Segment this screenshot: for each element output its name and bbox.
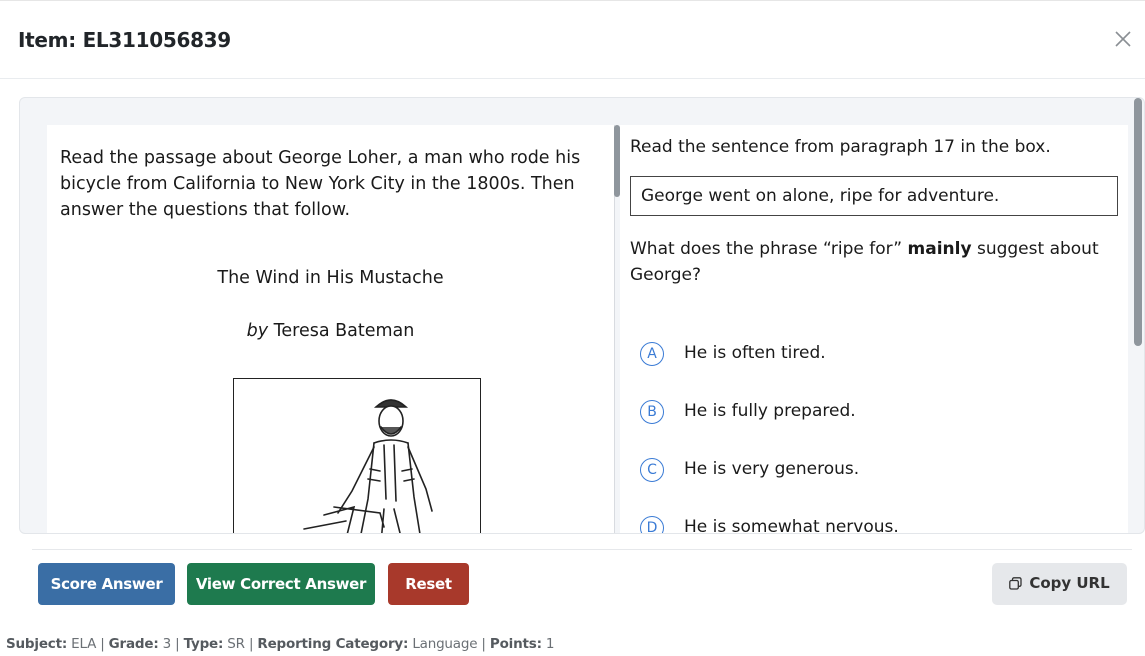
type-value: SR: [227, 636, 245, 652]
option-b-text: He is fully prepared.: [684, 401, 856, 421]
subject-label: Subject:: [6, 636, 68, 652]
passage-author: by Teresa Bateman: [47, 321, 614, 341]
question-stem: What does the phrase “ripe for” mainly s…: [630, 236, 1120, 288]
question-stem-intro: Read the sentence from paragraph 17 in t…: [630, 137, 1051, 157]
passage-illustration: [233, 378, 481, 533]
subject-value: ELA: [71, 636, 97, 652]
reset-button[interactable]: Reset: [388, 563, 469, 605]
boxed-sentence: George went on alone, ripe for adventure…: [630, 176, 1118, 216]
points-label: Points:: [489, 636, 542, 652]
option-a-text: He is often tired.: [684, 343, 826, 363]
points-value: 1: [545, 636, 555, 652]
author-prefix: by: [246, 321, 269, 341]
option-c[interactable]: C He is very generous.: [640, 457, 1110, 487]
passage-title: The Wind in His Mustache: [217, 268, 444, 288]
option-d-text: He is somewhat nervous.: [684, 517, 899, 534]
content-scrollbar[interactable]: [1134, 98, 1142, 346]
author-name: Teresa Bateman: [273, 321, 415, 341]
option-d[interactable]: D He is somewhat nervous.: [640, 515, 1110, 534]
question-panel: Read the sentence from paragraph 17 in t…: [620, 125, 1128, 534]
passage-panel[interactable]: Read the passage about George Loher, a m…: [47, 125, 614, 533]
view-correct-answer-button[interactable]: View Correct Answer: [187, 563, 375, 605]
modal-header: Item: EL311056839: [0, 0, 1145, 79]
item-content-frame: Read the passage about George Loher, a m…: [19, 97, 1145, 534]
passage-intro: Read the passage about George Loher, a m…: [60, 148, 581, 220]
grade-value: 3: [162, 636, 172, 652]
score-answer-button[interactable]: Score Answer: [38, 563, 175, 605]
item-metadata: Subject: ELA | Grade: 3 | Type: SR | Rep…: [6, 636, 555, 652]
category-label: Reporting Category:: [257, 636, 409, 652]
option-b-letter: B: [640, 400, 664, 424]
option-b[interactable]: B He is fully prepared.: [640, 399, 1110, 429]
option-c-letter: C: [640, 458, 664, 482]
stem-bold-word: mainly: [907, 239, 972, 259]
close-icon[interactable]: [1110, 26, 1136, 52]
modal-title: Item: EL311056839: [18, 28, 231, 52]
option-c-text: He is very generous.: [684, 459, 860, 479]
copy-icon: [1009, 576, 1022, 594]
copy-url-label: Copy URL: [1029, 574, 1110, 592]
category-value: Language: [412, 636, 478, 652]
option-d-letter: D: [640, 516, 664, 533]
type-label: Type:: [183, 636, 224, 652]
footer-divider: [32, 549, 1132, 550]
option-a[interactable]: A He is often tired.: [640, 341, 1110, 371]
copy-url-button[interactable]: Copy URL: [992, 563, 1127, 605]
grade-label: Grade:: [108, 636, 159, 652]
option-a-letter: A: [640, 342, 664, 366]
stem-text-start: What does the phrase “ripe for”: [630, 239, 908, 259]
